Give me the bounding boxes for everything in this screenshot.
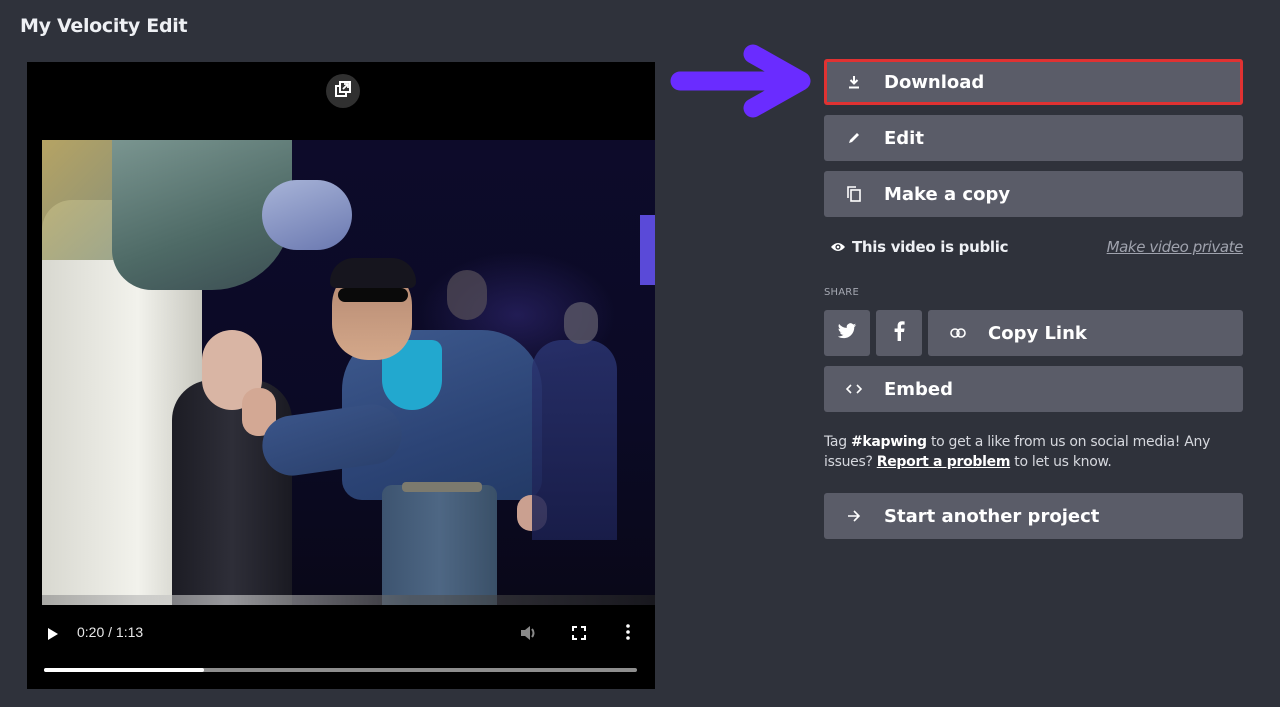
download-label: Download [884,71,985,93]
code-icon [824,384,884,394]
start-another-project-label: Start another project [884,505,1100,527]
video-player[interactable]: 0:20 / 1:13 [27,62,655,689]
video-controls: 0:20 / 1:13 [27,604,655,689]
start-another-project-button[interactable]: Start another project [824,493,1243,539]
report-problem-link[interactable]: Report a problem [877,454,1011,470]
edit-label: Edit [884,127,924,149]
page-title: My Velocity Edit [20,15,188,37]
share-heading: SHARE [824,287,859,298]
link-icon [928,328,988,338]
video-progress-bar[interactable] [44,668,637,672]
note-suffix: to let us know. [1010,454,1112,470]
share-row: Copy Link [824,310,1243,356]
twitter-icon [837,322,857,344]
fullscreen-icon[interactable] [572,625,586,644]
volume-icon[interactable] [520,625,538,645]
picture-in-picture-icon [334,80,352,102]
copy-link-button[interactable]: Copy Link [928,310,1243,356]
facebook-icon [894,321,905,345]
video-frame [42,140,655,605]
note-prefix: Tag [824,434,851,450]
pencil-icon [824,131,884,145]
make-a-copy-button[interactable]: Make a copy [824,171,1243,217]
more-vertical-icon[interactable] [625,624,631,644]
copy-link-label: Copy Link [988,322,1087,344]
eye-icon [824,241,852,253]
picture-in-picture-button[interactable] [326,74,360,108]
download-button[interactable]: Download [824,59,1243,105]
make-video-private-link[interactable]: Make video private [1107,238,1244,256]
copy-icon [824,186,884,202]
arrow-right-icon [824,510,884,522]
action-panel: Download Edit Make a copy This video is … [824,59,1243,539]
visibility-status: This video is public [852,238,1009,256]
embed-button[interactable]: Embed [824,366,1243,412]
embed-label: Embed [884,378,954,400]
download-icon [824,75,884,89]
play-icon[interactable] [47,626,59,645]
visibility-row: This video is public Make video private [824,225,1243,269]
video-time-display: 0:20 / 1:13 [77,624,144,640]
twitter-share-button[interactable] [824,310,870,356]
annotation-arrow [668,44,818,123]
kapwing-note: Tag #kapwing to get a like from us on so… [824,432,1243,472]
make-a-copy-label: Make a copy [884,183,1011,205]
facebook-share-button[interactable] [876,310,922,356]
edit-button[interactable]: Edit [824,115,1243,161]
note-hashtag: #kapwing [850,434,927,450]
video-progress-fill [44,668,205,672]
